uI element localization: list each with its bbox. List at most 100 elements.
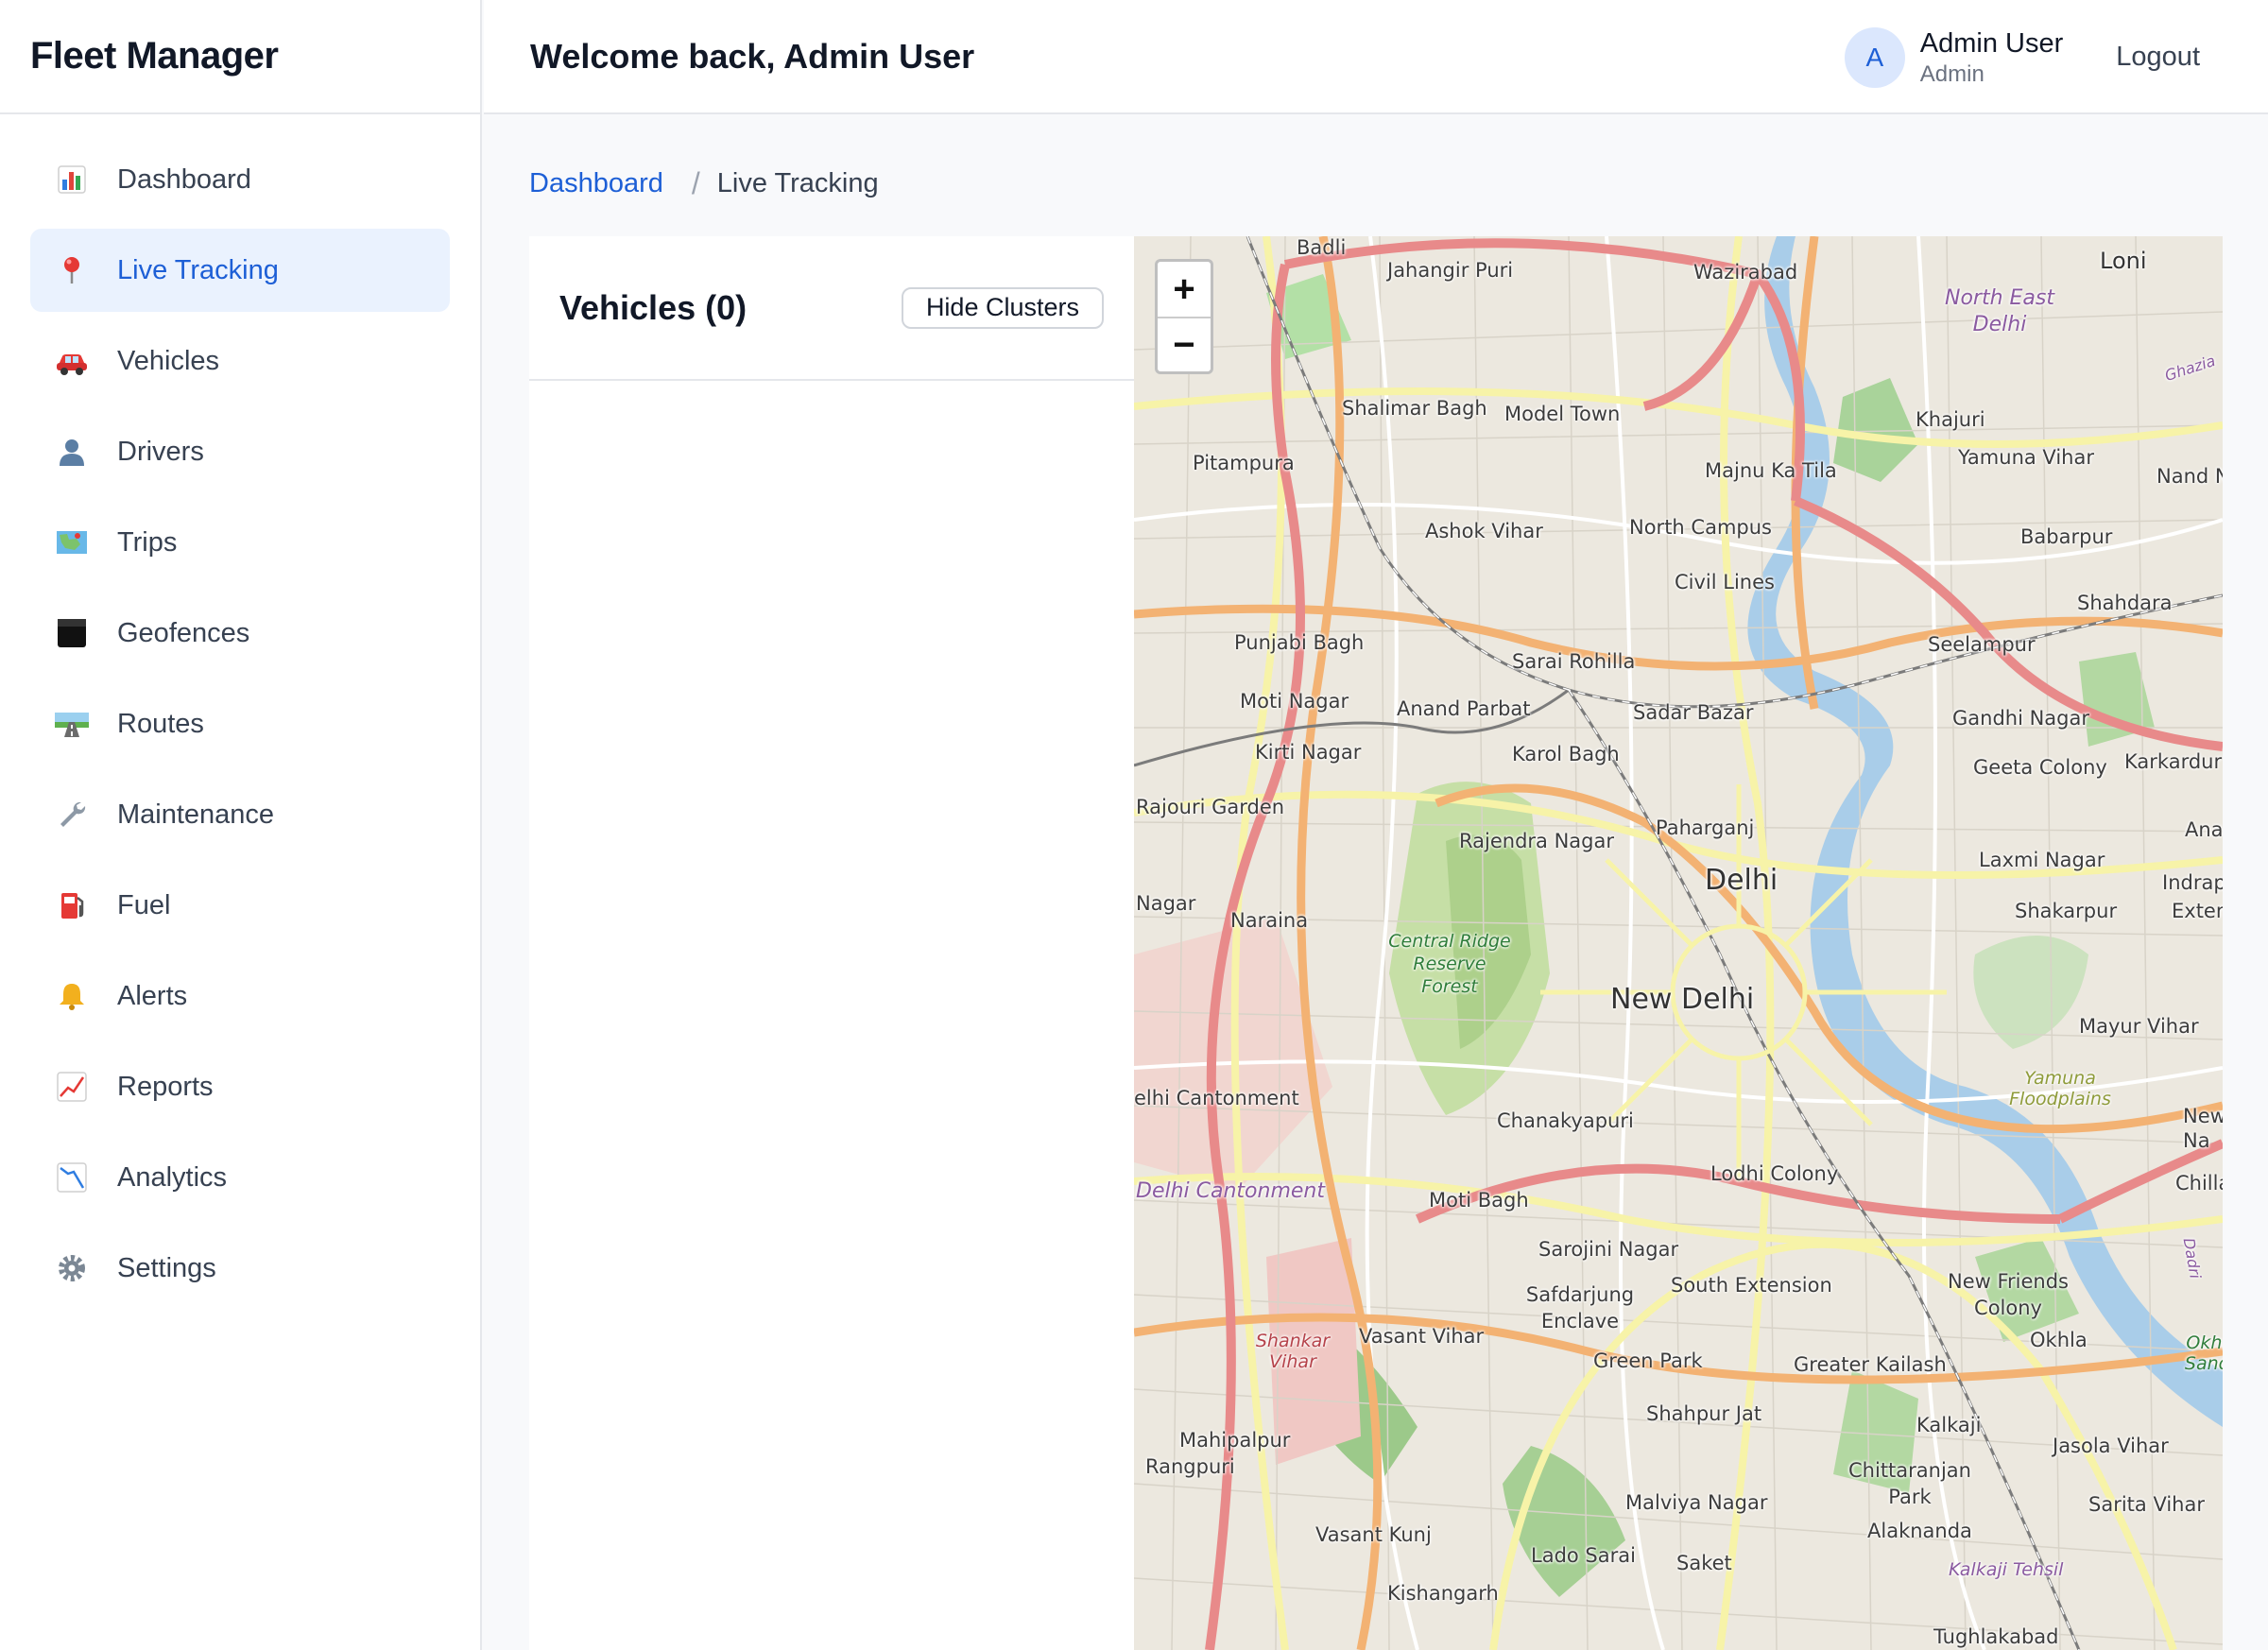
live-map[interactable]: Badli Jahangir Puri Wazirabad Loni North… <box>1134 236 2223 1650</box>
map-label: Chittaranjan Park <box>1848 1459 1971 1508</box>
sidebar-item-vehicles[interactable]: Vehicles <box>30 319 450 403</box>
map-label: Nand N <box>2156 465 2223 488</box>
map-label: Vasant Vihar <box>1359 1325 1485 1348</box>
welcome-message: Welcome back, Admin User <box>530 36 975 76</box>
map-label: Kishangarh <box>1387 1582 1499 1605</box>
sidebar: Fleet Manager Dashboard Live Tracking Ve… <box>0 0 482 1650</box>
hide-clusters-button[interactable]: Hide Clusters <box>901 286 1104 329</box>
vehicles-panel-header: Vehicles (0) Hide Clusters <box>529 236 1134 381</box>
breadcrumb-link-dashboard[interactable]: Dashboard <box>529 168 663 199</box>
map-label: elhi Cantonment <box>1134 1087 1299 1109</box>
zoom-out-button[interactable]: − <box>1158 317 1211 371</box>
sidebar-item-fuel[interactable]: Fuel <box>30 864 450 947</box>
map-label: Jahangir Puri <box>1387 259 1514 282</box>
map-label: Sadar Bazar <box>1633 701 1754 724</box>
sidebar-item-trips[interactable]: Trips <box>30 501 450 584</box>
map-label: Sarita Vihar <box>2088 1493 2205 1516</box>
sidebar-item-alerts[interactable]: Alerts <box>30 954 450 1038</box>
map-label: Seelampur <box>1928 633 2036 656</box>
map-label: Chanakyapuri <box>1497 1109 1634 1132</box>
map-label: Wazirabad <box>1693 261 1798 284</box>
map-label: Alaknanda <box>1867 1520 1972 1542</box>
user-role: Admin <box>1919 60 1984 87</box>
bell-icon <box>53 977 91 1015</box>
map-label: Majnu Ka Tila <box>1705 459 1837 482</box>
map-label: Exten <box>2172 900 2223 922</box>
sidebar-item-label: Live Tracking <box>117 254 279 285</box>
map-label: Mahipalpur <box>1179 1429 1291 1452</box>
sidebar-item-drivers[interactable]: Drivers <box>30 410 450 493</box>
map-label: Mayur Vihar <box>2079 1015 2199 1038</box>
map-label: Yamuna Vihar <box>1958 446 2094 469</box>
map-label: Model Town <box>1504 403 1621 425</box>
map-label: Yamuna Floodplains <box>2009 1068 2111 1109</box>
map-label: Malviya Nagar <box>1625 1491 1768 1514</box>
map-label: Laxmi Nagar <box>1979 849 2105 871</box>
chart-down-icon <box>53 1159 91 1196</box>
map-label: Indrapr <box>2162 871 2223 894</box>
map-label: Nagar <box>1136 892 1196 915</box>
map-label: Greater Kailash <box>1794 1353 1947 1376</box>
sidebar-item-label: Trips <box>117 526 178 558</box>
map-label: Okhla <box>2030 1329 2088 1351</box>
map-label: Gandhi Nagar <box>1952 707 2090 730</box>
logout-button[interactable]: Logout <box>2116 42 2200 73</box>
sidebar-item-dashboard[interactable]: Dashboard <box>30 138 450 221</box>
sidebar-nav: Dashboard Live Tracking Vehicles Drivers… <box>0 114 480 1310</box>
bar-chart-icon <box>53 161 91 198</box>
map-label: Khajuri <box>1916 408 1985 431</box>
map-label: Shakarpur <box>2015 900 2118 922</box>
map-label: Saket <box>1676 1552 1732 1574</box>
map-label: Safdarjung Enclave <box>1525 1283 1635 1332</box>
sidebar-item-label: Routes <box>117 708 204 739</box>
brand-title: Fleet Manager <box>30 35 279 77</box>
map-label: Karkardur <box>2124 750 2223 773</box>
sidebar-item-label: Dashboard <box>117 163 251 195</box>
map-label: South Extension <box>1671 1274 1832 1297</box>
map-label: Lodhi Colony <box>1710 1162 1839 1185</box>
user-info: Admin User Admin <box>1920 26 2064 89</box>
map-label: Moti Nagar <box>1240 690 1349 713</box>
sidebar-item-label: Reports <box>117 1071 214 1102</box>
map-label: Delhi Cantonment <box>1136 1179 1325 1203</box>
map-label: Shankar Vihar <box>1255 1331 1331 1372</box>
breadcrumb: Dashboard / Live Tracking <box>529 166 879 201</box>
map-label: Pitampura <box>1193 452 1295 474</box>
map-label: North Campus <box>1629 516 1772 539</box>
zoom-in-button[interactable]: + <box>1158 262 1211 317</box>
map-label: Tughlakabad <box>1933 1625 2059 1648</box>
road-icon <box>53 705 91 743</box>
brand: Fleet Manager <box>0 0 480 114</box>
user-icon <box>53 433 91 471</box>
sidebar-item-settings[interactable]: Settings <box>30 1227 450 1310</box>
map-pin-icon <box>53 251 91 289</box>
vehicles-count-title: Vehicles (0) <box>559 287 747 327</box>
map-icon <box>53 524 91 561</box>
wrench-icon <box>53 796 91 834</box>
map-label: Sarai Rohilla <box>1512 650 1636 673</box>
map-label: Anand Parbat <box>1397 697 1531 720</box>
breadcrumb-current: Live Tracking <box>716 168 879 198</box>
sidebar-item-analytics[interactable]: Analytics <box>30 1136 450 1219</box>
map-label: Shalimar Bagh <box>1342 397 1487 420</box>
map-label: Rajouri Garden <box>1136 796 1285 818</box>
sidebar-item-live-tracking[interactable]: Live Tracking <box>30 229 450 312</box>
map-label: Loni <box>2100 248 2147 274</box>
map-label: Rangpuri <box>1145 1455 1235 1478</box>
map-label: Badli <box>1297 236 1347 259</box>
sidebar-item-reports[interactable]: Reports <box>30 1045 450 1128</box>
sidebar-item-geofences[interactable]: Geofences <box>30 592 450 675</box>
map-label: Paharganj <box>1656 816 1755 839</box>
sidebar-item-label: Alerts <box>117 980 188 1011</box>
map-label: Central Ridge Reserve Forest <box>1388 931 1511 997</box>
map-label: Delhi <box>1705 864 1778 897</box>
sidebar-item-routes[interactable]: Routes <box>30 682 450 765</box>
avatar[interactable]: A <box>1844 26 1905 88</box>
map-label: Civil Lines <box>1675 571 1775 593</box>
map-label: New Delhi <box>1610 983 1755 1016</box>
user-menu: A Admin User Admin Logout <box>1844 0 2268 114</box>
top-header: Welcome back, Admin User A Admin User Ad… <box>484 0 2268 114</box>
map-label: Shahdara <box>2077 592 2173 614</box>
sidebar-item-maintenance[interactable]: Maintenance <box>30 773 450 856</box>
map-label: Punjabi Bagh <box>1234 631 1365 654</box>
